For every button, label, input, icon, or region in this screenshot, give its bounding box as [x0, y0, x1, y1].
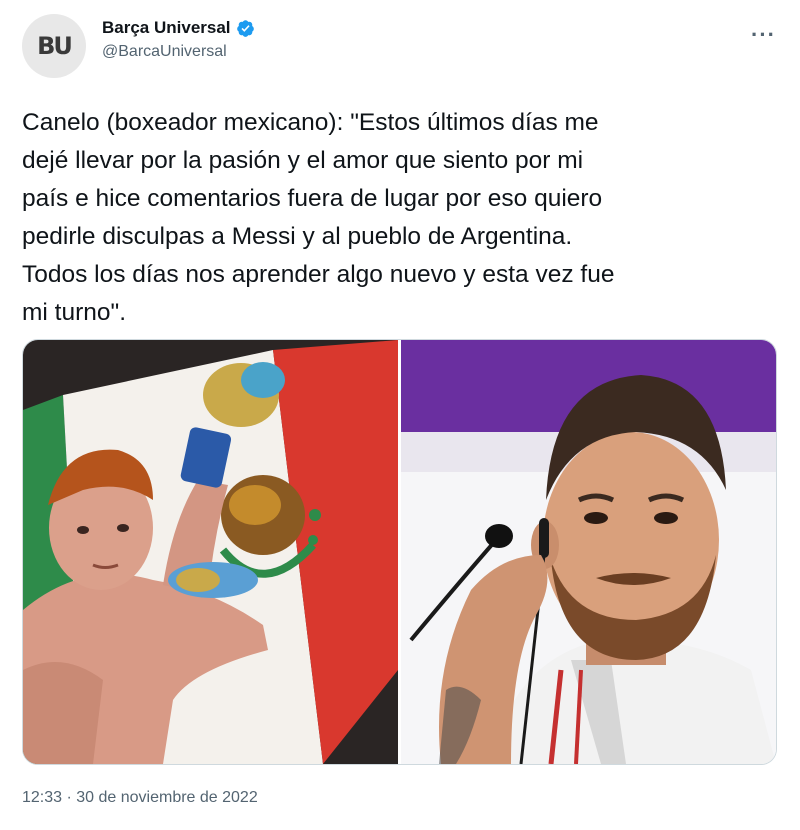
photo-footballer[interactable] [401, 340, 776, 764]
author-handle[interactable]: @BarcaUniversal [102, 43, 255, 61]
verified-badge-icon [236, 19, 254, 37]
tweet-text: Canelo (boxeador mexicano): "Estos últim… [22, 109, 615, 326]
more-options-icon[interactable]: ··· [751, 22, 776, 48]
photo-boxer[interactable] [23, 340, 398, 764]
tweet-card: BU Barça Universal @BarcaUniversal ··· C… [0, 0, 800, 830]
avatar-initials: BU [37, 32, 73, 60]
author-block: Barça Universal @BarcaUniversal [102, 18, 255, 61]
name-row: Barça Universal [102, 18, 255, 38]
author-name[interactable]: Barça Universal [102, 18, 231, 38]
tweet-timestamp[interactable]: 12:33 · 30 de noviembre de 2022 [22, 789, 258, 807]
media-grid [22, 339, 777, 765]
avatar[interactable]: BU [22, 14, 86, 78]
